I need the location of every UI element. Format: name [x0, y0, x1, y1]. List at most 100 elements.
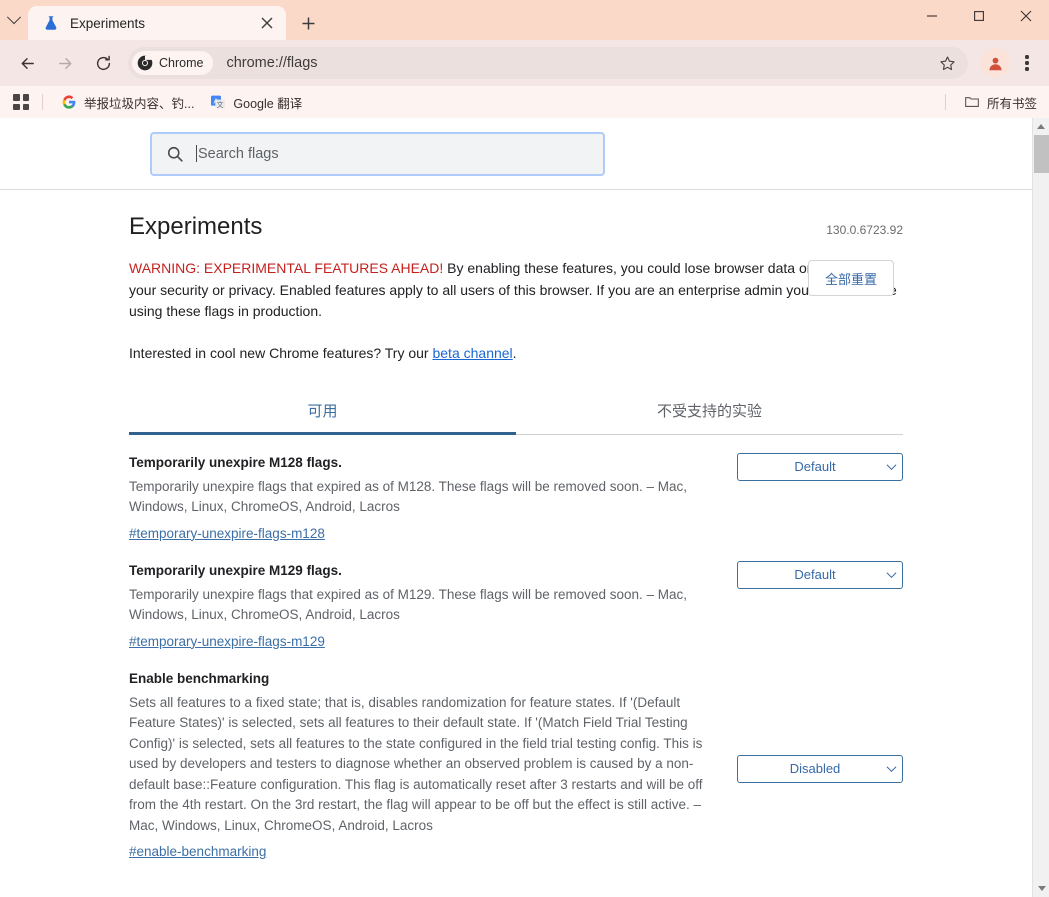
profile-avatar[interactable]	[980, 48, 1010, 78]
close-window-button[interactable]	[1002, 0, 1049, 32]
google-translate-icon: A 文	[211, 95, 226, 109]
close-icon	[1020, 10, 1031, 22]
flag-entry: Temporarily unexpire M128 flags. Tempora…	[129, 435, 903, 543]
window-title-bar: Experiments	[0, 0, 1049, 40]
apps-grid-icon[interactable]	[10, 91, 32, 113]
avatar-icon	[988, 57, 1002, 70]
bookmark-item[interactable]: A 文 Google 翻译	[202, 90, 310, 114]
flags-page: Search flags 全部重置 Experiments 130.0.6723…	[0, 118, 1032, 897]
close-icon[interactable]	[256, 12, 278, 34]
forward-button[interactable]	[49, 47, 81, 79]
flag-entry: Temporarily unexpire M129 flags. Tempora…	[129, 543, 903, 651]
divider	[944, 94, 946, 110]
window-controls	[908, 0, 1049, 32]
triangle-down-icon	[1037, 886, 1046, 891]
maximize-button[interactable]	[955, 0, 1002, 32]
chevron-down-icon	[880, 568, 902, 579]
chrome-origin-chip: Chrome	[132, 51, 214, 75]
flag-name: Enable benchmarking	[129, 670, 270, 686]
triangle-up-icon	[1037, 124, 1045, 129]
chevron-down-icon	[6, 10, 22, 25]
beta-suffix: .	[512, 344, 517, 361]
flag-select-column: Disabled	[737, 754, 903, 783]
scroll-up-button[interactable]	[1033, 118, 1049, 135]
flag-state-select[interactable]: Default	[737, 452, 903, 481]
flag-permalink[interactable]: #temporary-unexpire-flags-m129	[129, 632, 325, 651]
browser-tab-experiments[interactable]: Experiments	[28, 6, 286, 40]
star-icon[interactable]	[932, 48, 962, 78]
url-text[interactable]: chrome://flags	[226, 55, 932, 71]
plus-icon	[302, 17, 314, 29]
arrow-right-icon	[58, 57, 71, 69]
maximize-icon	[973, 11, 984, 21]
address-bar[interactable]: Chrome chrome://flags	[128, 47, 968, 79]
flag-description: Sets all features to a fixed state; that…	[129, 694, 703, 833]
folder-icon	[965, 97, 979, 107]
browser-toolbar: Chrome chrome://flags	[0, 40, 1049, 86]
beta-channel-paragraph: Interested in cool new Chrome features? …	[129, 345, 903, 361]
flag-entry: Enable benchmarking Sets all features to…	[129, 651, 903, 862]
flag-details: Temporarily unexpire M128 flags. Tempora…	[129, 453, 723, 543]
bookmark-label: 举报垃圾内容、钓...	[84, 96, 195, 111]
minimize-button[interactable]	[908, 0, 955, 32]
version-label: 130.0.6723.92	[826, 223, 903, 238]
chevron-down-icon	[880, 460, 902, 471]
flag-state-value: Disabled	[789, 761, 841, 777]
tab-search-button[interactable]	[0, 0, 28, 40]
reload-button[interactable]	[87, 47, 119, 79]
flag-name: Temporarily unexpire M129 flags.	[129, 562, 342, 578]
page-title: Experiments	[129, 213, 263, 240]
reload-icon	[96, 55, 110, 70]
bookmark-label: Google 翻译	[233, 96, 303, 111]
all-bookmarks-button[interactable]: 所有书签	[956, 90, 1041, 114]
flag-description: Temporarily unexpire flags that expired …	[129, 586, 688, 623]
bookmarks-bar: 举报垃圾内容、钓... A 文 Google 翻译 所有书签	[0, 86, 1049, 118]
reset-all-button[interactable]: 全部重置	[808, 260, 894, 296]
warning-paragraph: WARNING: EXPERIMENTAL FEATURES AHEAD! By…	[129, 258, 901, 323]
flag-name: Temporarily unexpire M128 flags.	[129, 454, 342, 470]
flag-select-column: Default	[737, 560, 903, 589]
flag-details: Temporarily unexpire M129 flags. Tempora…	[129, 561, 723, 651]
browser-menu-button[interactable]	[1013, 48, 1041, 78]
all-bookmarks-label: 所有书签	[986, 96, 1037, 111]
flag-permalink[interactable]: #temporary-unexpire-flags-m128	[129, 524, 325, 543]
tab-title: Experiments	[70, 15, 146, 31]
flag-state-select[interactable]: Default	[737, 560, 903, 589]
back-button[interactable]	[11, 47, 43, 79]
flag-select-column: Default	[737, 452, 903, 481]
chrome-logo-icon	[137, 55, 153, 71]
beta-channel-link[interactable]: beta channel	[432, 345, 512, 361]
scrollbar-thumb[interactable]	[1034, 135, 1049, 173]
tab-available[interactable]: 可用	[129, 391, 516, 435]
flag-state-value: Default	[794, 567, 836, 583]
search-icon	[167, 146, 183, 162]
chevron-down-icon	[880, 762, 902, 773]
google-g-icon	[62, 95, 76, 109]
new-tab-button[interactable]	[292, 7, 324, 39]
flask-icon	[45, 16, 57, 30]
flag-state-value: Default	[794, 459, 836, 475]
tab-unsupported[interactable]: 不受支持的实验	[516, 391, 903, 434]
page-title-row: Experiments 130.0.6723.92	[129, 190, 903, 240]
flag-permalink[interactable]: #enable-benchmarking	[129, 842, 266, 861]
beta-prefix: Interested in cool new Chrome features? …	[129, 344, 433, 361]
svg-text:文: 文	[217, 100, 224, 109]
search-placeholder: Search flags	[198, 145, 279, 162]
page-viewport: Search flags 全部重置 Experiments 130.0.6723…	[0, 118, 1049, 897]
flag-details: Enable benchmarking Sets all features to…	[129, 669, 723, 862]
three-dots-icon	[1025, 55, 1029, 59]
text-cursor	[196, 145, 197, 162]
flag-state-select[interactable]: Disabled	[737, 754, 903, 783]
warning-headline: WARNING: EXPERIMENTAL FEATURES AHEAD!	[129, 260, 444, 277]
arrow-left-icon	[21, 57, 34, 69]
page-scrollbar[interactable]	[1032, 118, 1049, 897]
bookmark-item[interactable]: 举报垃圾内容、钓...	[53, 90, 202, 114]
flags-search-header: Search flags 全部重置	[0, 118, 1032, 296]
minimize-icon	[926, 15, 937, 17]
chrome-chip-label: Chrome	[159, 56, 204, 70]
flags-tabs: 可用 不受支持的实验	[129, 391, 903, 435]
divider	[42, 94, 43, 110]
scroll-down-button[interactable]	[1033, 880, 1049, 897]
search-input[interactable]: Search flags	[150, 131, 605, 176]
flag-description: Temporarily unexpire flags that expired …	[129, 478, 688, 515]
